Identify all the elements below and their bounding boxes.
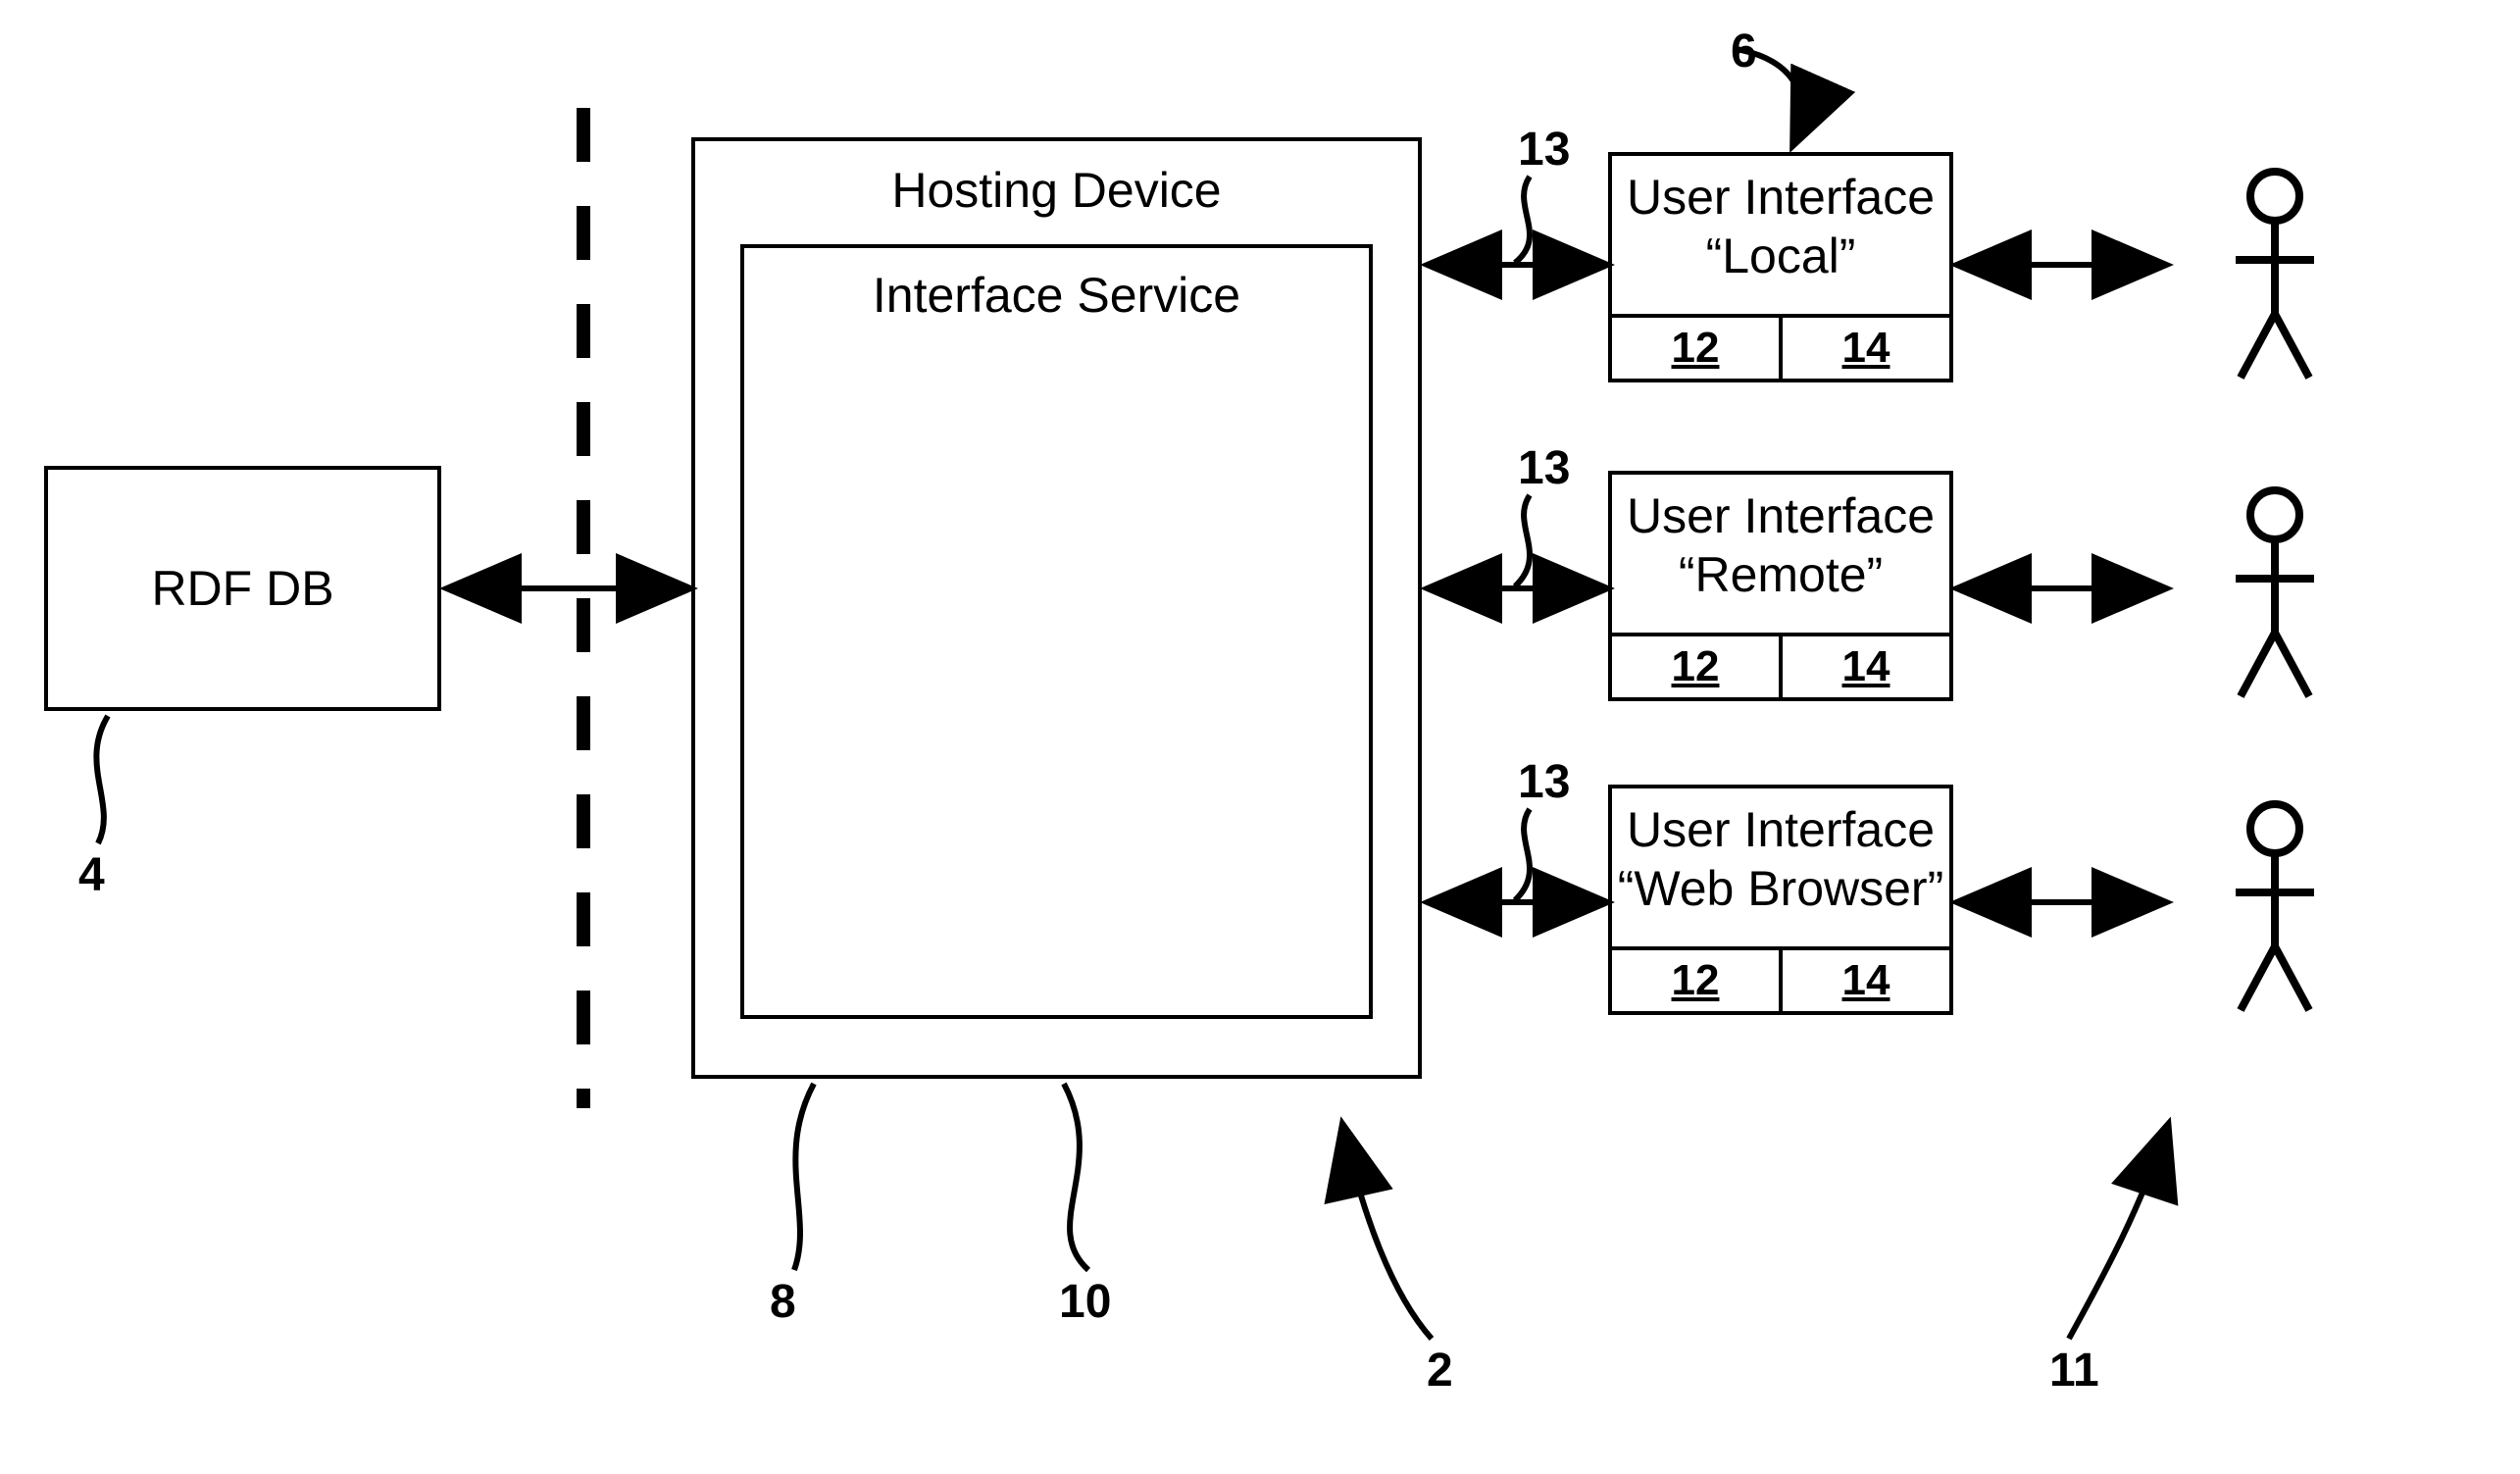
user-icon [2236, 172, 2314, 378]
system-diagram: RDF DB Hosting Device Interface Service … [0, 0, 2520, 1474]
diagram-svg [0, 0, 2520, 1474]
user-icon [2236, 804, 2314, 1010]
user-icon [2236, 490, 2314, 696]
